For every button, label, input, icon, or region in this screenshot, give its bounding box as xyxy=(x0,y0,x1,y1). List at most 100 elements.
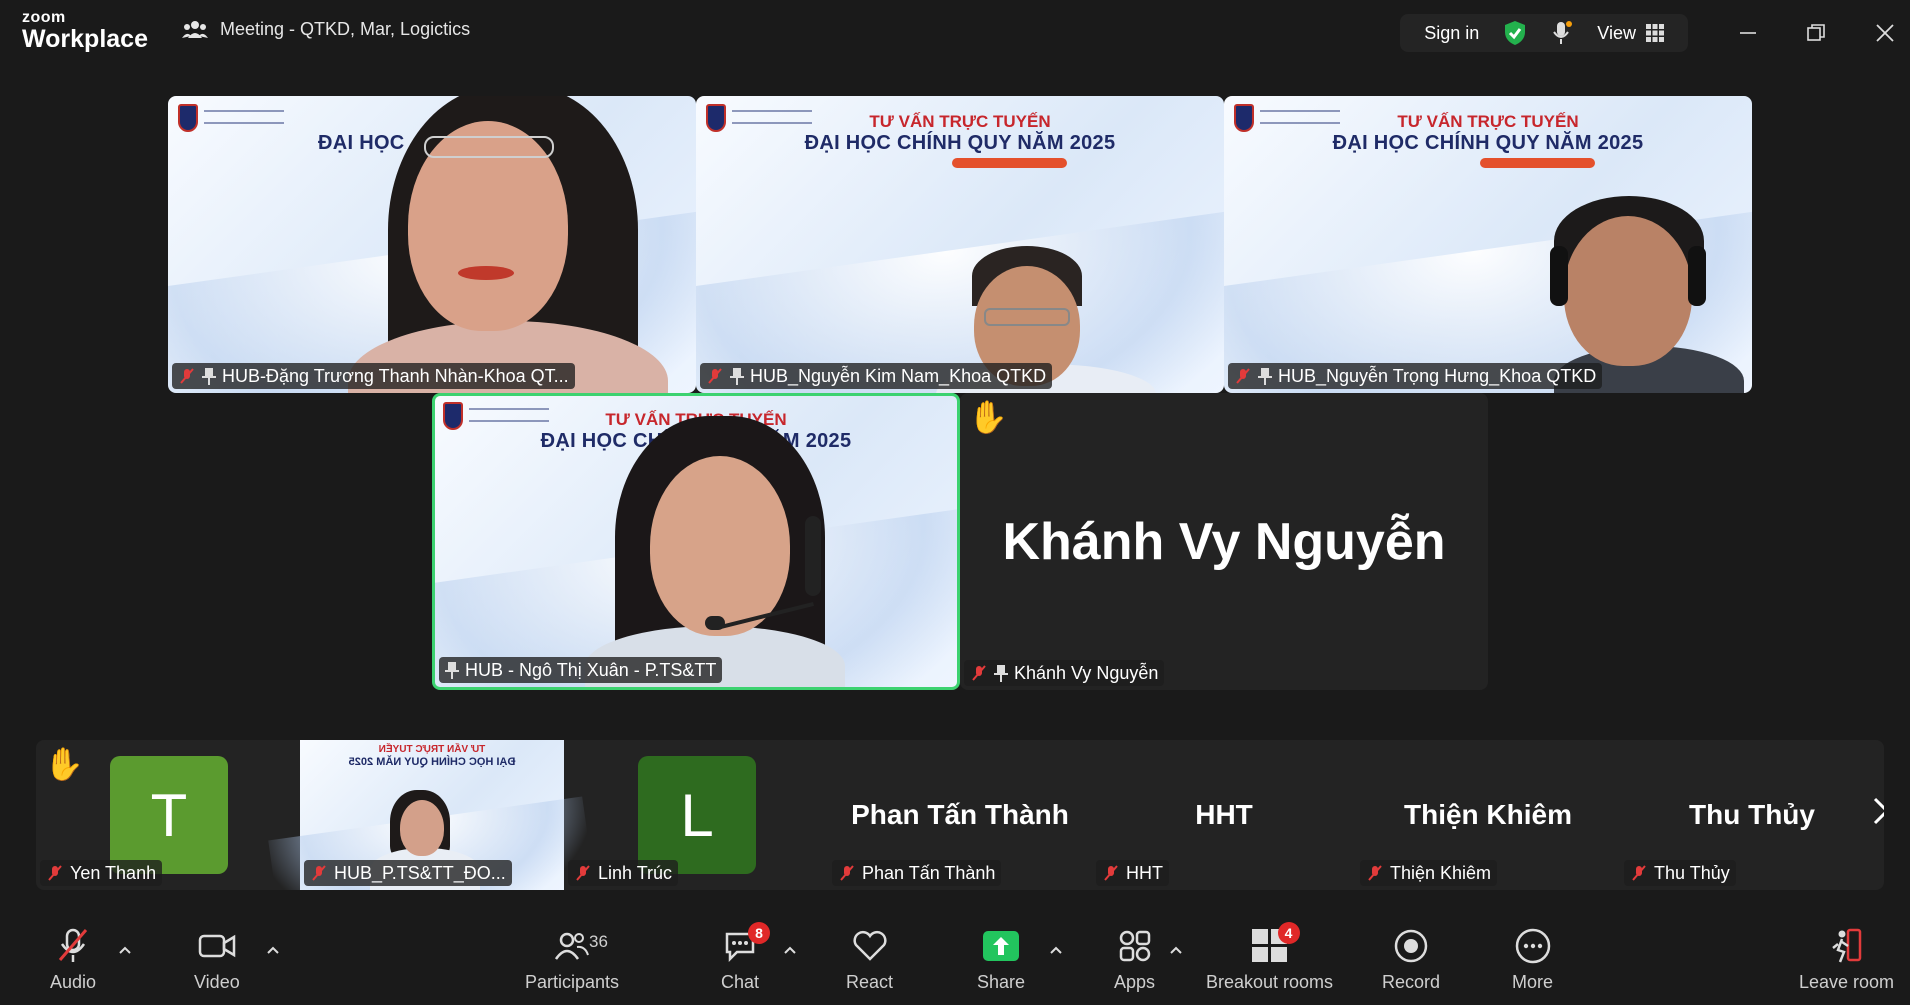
share-screen-icon xyxy=(983,931,1020,961)
filmstrip-tile-thu-thuy[interactable]: Thu Thủy Thu Thủy xyxy=(1620,740,1884,890)
participants-count: 36 xyxy=(589,932,608,951)
video-tile-5[interactable]: ✋ Khánh Vy Nguyễn Khánh Vy Nguyễn xyxy=(960,393,1488,690)
pin-icon xyxy=(445,662,459,679)
mic-muted-icon xyxy=(48,865,62,881)
titlebar-actions: Sign in View xyxy=(1400,14,1688,52)
participant-name: HHT xyxy=(1126,862,1163,883)
mic-muted-icon xyxy=(972,665,986,681)
mic-muted-icon xyxy=(180,368,194,384)
participant-name: HUB - Ngô Thị Xuân - P.TS&TT xyxy=(465,659,717,680)
participant-name: Thiện Khiêm xyxy=(1390,862,1492,883)
video-tile-3[interactable]: TƯ VẤN TRỰC TUYẾN ĐẠI HỌC CHÍNH QUY NĂM … xyxy=(1224,96,1752,393)
microphone-status-icon[interactable] xyxy=(1551,20,1573,46)
meeting-info[interactable]: Meeting - QTKD, Mar, Logictics xyxy=(182,18,470,40)
view-button[interactable]: View xyxy=(1597,23,1664,44)
video-tile-1[interactable]: ĐẠI HỌC HUB-Đặng Trương Thanh Nhàn-Khoa … xyxy=(168,96,696,393)
video-options-button[interactable] xyxy=(266,942,280,960)
video-label: Video xyxy=(194,972,240,992)
video-tile-2[interactable]: TƯ VẤN TRỰC TUYẾN ĐẠI HỌC CHÍNH QUY NĂM … xyxy=(696,96,1224,393)
video-tile-4[interactable]: TƯ VẤN TRỰC TUYẾN ĐẠI HỌC CHÍNH QUY NĂM … xyxy=(432,393,960,690)
participant-label: HHT xyxy=(1096,860,1169,886)
more-label: More xyxy=(1512,972,1554,992)
slide-line2: ĐẠI HỌC CHÍNH QUY NĂM 2025 xyxy=(804,132,1116,154)
avatar: T xyxy=(110,756,228,874)
participant-label: HUB-Đặng Trương Thanh Nhàn-Khoa QT... xyxy=(172,363,575,389)
raised-hand-icon: ✋ xyxy=(44,746,84,782)
filmstrip-next-button[interactable] xyxy=(1870,796,1884,835)
chat-label: Chat xyxy=(720,972,760,992)
leave-room-icon xyxy=(1831,928,1861,963)
participant-name: HUB_Nguyễn Kim Nam_Khoa QTKD xyxy=(750,365,1047,386)
participants-icon xyxy=(555,932,589,960)
mirrored-slide-line2: ĐẠI HỌC CHÍNH QUY NĂM 2025 xyxy=(348,756,516,768)
participants-button[interactable]: 36 Participants xyxy=(525,926,619,993)
close-button[interactable] xyxy=(1870,18,1900,48)
pin-icon xyxy=(730,368,744,385)
react-label: React xyxy=(846,972,894,992)
mic-muted-icon xyxy=(312,865,326,881)
grid-view-icon xyxy=(1646,24,1664,42)
apps-button[interactable]: Apps xyxy=(1114,926,1155,993)
mic-muted-icon xyxy=(708,368,722,384)
participant-label: Yen Thanh xyxy=(40,860,163,886)
chevron-right-icon xyxy=(1873,797,1884,825)
audio-options-button[interactable] xyxy=(118,942,132,960)
mic-muted-icon xyxy=(58,928,88,962)
filmstrip: ✋ T Yen Thanh TƯ VẤN TRỰC TUYẾN ĐẠI HỌC … xyxy=(36,740,1884,890)
sign-in-button[interactable]: Sign in xyxy=(1424,23,1479,44)
participant-name: Yen Thanh xyxy=(70,862,157,883)
audio-button[interactable]: Audio xyxy=(50,926,96,993)
react-button[interactable]: React xyxy=(846,926,893,993)
participant-label: Thu Thủy xyxy=(1624,860,1736,886)
participant-display-name: Khánh Vy Nguyễn xyxy=(1002,512,1446,571)
crest-text xyxy=(204,110,284,124)
participant-name: HUB_Nguyễn Trọng Hưng_Khoa QTKD xyxy=(1278,365,1597,386)
video-camera-icon xyxy=(198,934,236,958)
breakout-badge: 4 xyxy=(1277,922,1300,944)
participants-label: Participants xyxy=(525,972,620,992)
participant-name: HUB_P.TS&TT_ĐO... xyxy=(334,862,506,883)
leave-room-button[interactable]: Leave room xyxy=(1799,926,1894,993)
mic-muted-icon xyxy=(576,865,590,881)
filmstrip-tile-linh-truc[interactable]: L Linh Trúc xyxy=(564,740,828,890)
heart-icon xyxy=(852,931,887,961)
mic-muted-icon xyxy=(1632,865,1646,881)
chat-badge: 8 xyxy=(748,922,770,944)
slide-line2: ĐẠI HỌC CHÍNH QUY NĂM 2025 xyxy=(1332,132,1644,154)
filmstrip-tile-yen-thanh[interactable]: ✋ T Yen Thanh xyxy=(36,740,300,890)
zoom-logo: zoom Workplace xyxy=(22,10,148,52)
participant-label: HUB - Ngô Thị Xuân - P.TS&TT xyxy=(439,657,723,683)
restore-icon xyxy=(1807,24,1825,41)
share-button[interactable]: Share xyxy=(977,926,1025,993)
participant-label: HUB_Nguyễn Kim Nam_Khoa QTKD xyxy=(700,363,1053,389)
video-button[interactable]: Video xyxy=(194,926,240,993)
shield-check-icon[interactable] xyxy=(1503,20,1527,46)
more-dots-icon xyxy=(1515,928,1550,964)
apps-icon xyxy=(1119,930,1150,962)
participant-label: HUB_P.TS&TT_ĐO... xyxy=(304,860,512,886)
filmstrip-tile-hht[interactable]: HHT HHT xyxy=(1092,740,1356,890)
filmstrip-tile-thien-khiem[interactable]: Thiện Khiêm Thiện Khiêm xyxy=(1356,740,1620,890)
pin-icon xyxy=(994,665,1008,682)
more-button[interactable]: More xyxy=(1512,926,1553,993)
mic-muted-icon xyxy=(840,865,854,881)
record-button[interactable]: Record xyxy=(1382,926,1440,993)
logo-top: zoom xyxy=(22,9,66,26)
apps-options-button[interactable] xyxy=(1169,942,1183,960)
participant-label: Khánh Vy Nguyễn xyxy=(964,660,1165,686)
logo-bottom: Workplace xyxy=(22,25,148,53)
share-options-button[interactable] xyxy=(1049,942,1063,960)
participant-label: Linh Trúc xyxy=(568,860,679,886)
minimize-button[interactable] xyxy=(1733,18,1763,48)
view-label: View xyxy=(1597,22,1636,43)
title-bar: zoom Workplace Meeting - QTKD, Mar, Logi… xyxy=(0,0,1910,66)
chat-button[interactable]: 8 Chat xyxy=(720,922,770,993)
chat-options-button[interactable] xyxy=(783,942,797,960)
slide-pill xyxy=(1480,158,1595,168)
breakout-rooms-button[interactable]: 4 Breakout rooms xyxy=(1206,922,1334,993)
restore-button[interactable] xyxy=(1801,18,1831,48)
participants-group-icon xyxy=(182,21,208,38)
filmstrip-tile-hub-ptstt[interactable]: TƯ VẤN TRỰC TUYẾN ĐẠI HỌC CHÍNH QUY NĂM … xyxy=(300,740,564,890)
filmstrip-tile-phan-tan-thanh[interactable]: Phan Tấn Thành Phan Tấn Thành xyxy=(828,740,1092,890)
breakout-label: Breakout rooms xyxy=(1206,972,1334,992)
